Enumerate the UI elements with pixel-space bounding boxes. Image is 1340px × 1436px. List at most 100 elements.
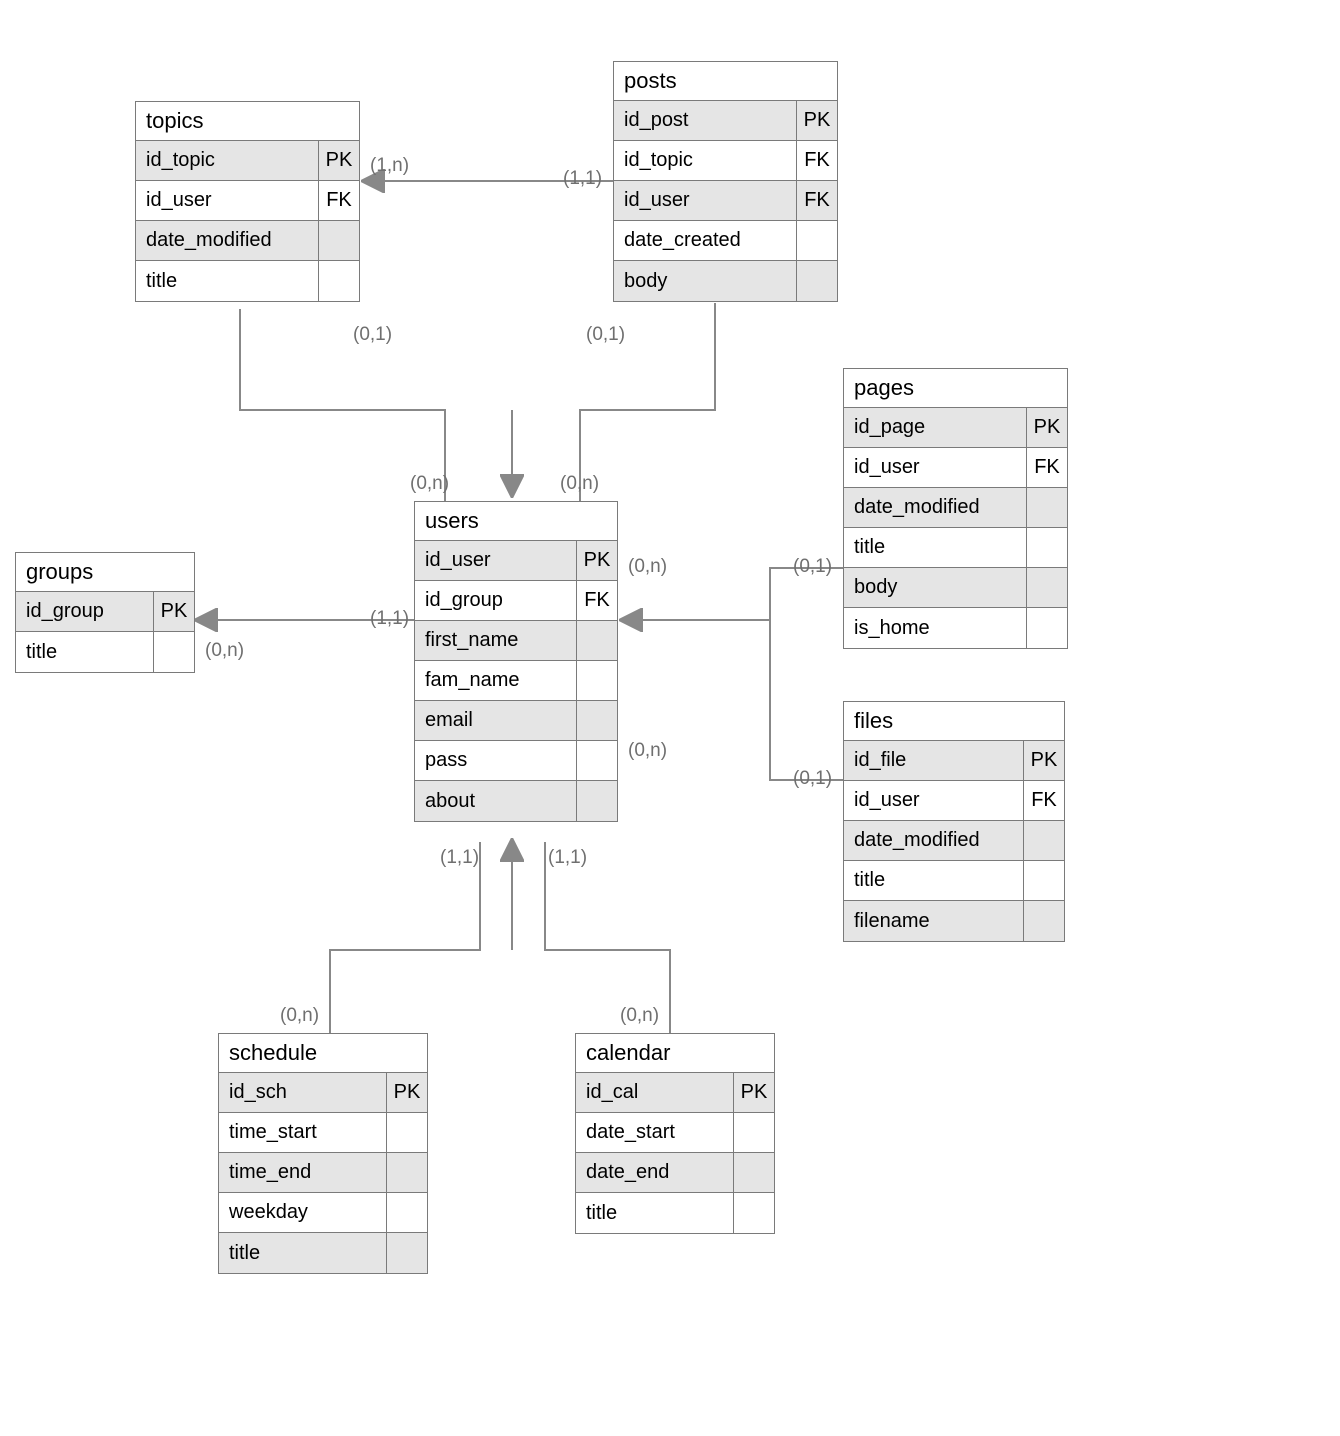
attribute-key: PK xyxy=(1024,749,1064,772)
attribute-name: body xyxy=(614,261,797,301)
entity-groups: groupsid_groupPKtitle xyxy=(15,552,195,673)
card-label: (1,n) xyxy=(370,155,409,177)
attribute-key: FK xyxy=(797,189,837,212)
entity-title: groups xyxy=(16,553,194,592)
attribute-name: id_file xyxy=(844,741,1024,780)
card-label: (0,n) xyxy=(560,473,599,495)
attribute-name: id_group xyxy=(415,581,577,620)
card-label: (0,n) xyxy=(410,473,449,495)
attribute-name: id_topic xyxy=(136,141,319,180)
card-label: (0,n) xyxy=(628,556,667,578)
attribute-row: id_filePK xyxy=(844,741,1064,781)
attribute-row: time_start xyxy=(219,1113,427,1153)
attribute-row: time_end xyxy=(219,1153,427,1193)
attribute-name: time_start xyxy=(219,1113,387,1152)
attribute-row: title xyxy=(576,1193,774,1233)
attribute-name: date_modified xyxy=(844,488,1027,527)
attribute-row: id_postPK xyxy=(614,101,837,141)
attribute-name: date_end xyxy=(576,1153,734,1192)
card-label: (1,1) xyxy=(370,608,409,630)
attribute-row: email xyxy=(415,701,617,741)
attribute-row: about xyxy=(415,781,617,821)
attribute-row: first_name xyxy=(415,621,617,661)
attribute-name: id_post xyxy=(614,101,797,140)
attribute-key: PK xyxy=(1027,416,1067,439)
attribute-row: fam_name xyxy=(415,661,617,701)
attribute-row: filename xyxy=(844,901,1064,941)
attribute-row: id_userPK xyxy=(415,541,617,581)
entity-users: usersid_userPKid_groupFKfirst_namefam_na… xyxy=(414,501,618,822)
attribute-row: is_home xyxy=(844,608,1067,648)
entity-files: filesid_filePKid_userFKdate_modifiedtitl… xyxy=(843,701,1065,942)
attribute-name: id_user xyxy=(844,781,1024,820)
attribute-row: body xyxy=(844,568,1067,608)
attribute-name: id_user xyxy=(136,181,319,220)
attribute-name: time_end xyxy=(219,1153,387,1192)
attribute-name: date_modified xyxy=(844,821,1024,860)
card-label: (1,1) xyxy=(440,847,479,869)
attribute-name: title xyxy=(844,861,1024,900)
entity-title: users xyxy=(415,502,617,541)
entity-title: files xyxy=(844,702,1064,741)
attribute-row: weekday xyxy=(219,1193,427,1233)
entity-title: calendar xyxy=(576,1034,774,1073)
attribute-row: id_userFK xyxy=(844,448,1067,488)
attribute-row: title xyxy=(16,632,194,672)
attribute-row: date_modified xyxy=(844,821,1064,861)
attribute-name: weekday xyxy=(219,1193,387,1232)
attribute-name: id_user xyxy=(844,448,1027,487)
attribute-row: id_pagePK xyxy=(844,408,1067,448)
er-diagram: topicsid_topicPKid_userFKdate_modifiedti… xyxy=(0,0,1340,1436)
attribute-row: id_topicFK xyxy=(614,141,837,181)
attribute-row: date_end xyxy=(576,1153,774,1193)
attribute-name: title xyxy=(219,1233,387,1273)
attribute-key: FK xyxy=(1027,456,1067,479)
card-label: (0,n) xyxy=(205,640,244,662)
attribute-row: title xyxy=(844,528,1067,568)
attribute-name: first_name xyxy=(415,621,577,660)
attribute-row: title xyxy=(136,261,359,301)
attribute-name: title xyxy=(576,1193,734,1233)
attribute-name: filename xyxy=(844,901,1024,941)
attribute-name: id_group xyxy=(16,592,154,631)
attribute-row: pass xyxy=(415,741,617,781)
card-label: (0,1) xyxy=(586,324,625,346)
attribute-name: title xyxy=(844,528,1027,567)
attribute-name: title xyxy=(16,632,154,672)
attribute-key: PK xyxy=(319,149,359,172)
attribute-name: id_user xyxy=(415,541,577,580)
attribute-name: id_cal xyxy=(576,1073,734,1112)
attribute-row: body xyxy=(614,261,837,301)
entity-title: schedule xyxy=(219,1034,427,1073)
card-label: (0,1) xyxy=(793,556,832,578)
card-label: (0,1) xyxy=(793,768,832,790)
attribute-row: date_start xyxy=(576,1113,774,1153)
attribute-key: PK xyxy=(797,109,837,132)
attribute-key: FK xyxy=(797,149,837,172)
card-label: (1,1) xyxy=(563,168,602,190)
attribute-key: FK xyxy=(319,189,359,212)
entity-title: posts xyxy=(614,62,837,101)
attribute-key: FK xyxy=(1024,789,1064,812)
entity-topics: topicsid_topicPKid_userFKdate_modifiedti… xyxy=(135,101,360,302)
entity-posts: postsid_postPKid_topicFKid_userFKdate_cr… xyxy=(613,61,838,302)
attribute-key: PK xyxy=(734,1081,774,1104)
attribute-row: id_calPK xyxy=(576,1073,774,1113)
attribute-row: date_created xyxy=(614,221,837,261)
attribute-row: id_schPK xyxy=(219,1073,427,1113)
attribute-name: is_home xyxy=(844,608,1027,648)
attribute-row: id_groupPK xyxy=(16,592,194,632)
attribute-row: id_groupFK xyxy=(415,581,617,621)
card-label: (0,1) xyxy=(353,324,392,346)
attribute-name: id_page xyxy=(844,408,1027,447)
attribute-name: body xyxy=(844,568,1027,607)
attribute-name: id_user xyxy=(614,181,797,220)
attribute-name: about xyxy=(415,781,577,821)
attribute-name: date_start xyxy=(576,1113,734,1152)
attribute-row: title xyxy=(219,1233,427,1273)
attribute-name: id_topic xyxy=(614,141,797,180)
card-label: (0,n) xyxy=(620,1005,659,1027)
attribute-row: id_userFK xyxy=(844,781,1064,821)
entity-pages: pagesid_pagePKid_userFKdate_modifiedtitl… xyxy=(843,368,1068,649)
attribute-row: id_topicPK xyxy=(136,141,359,181)
